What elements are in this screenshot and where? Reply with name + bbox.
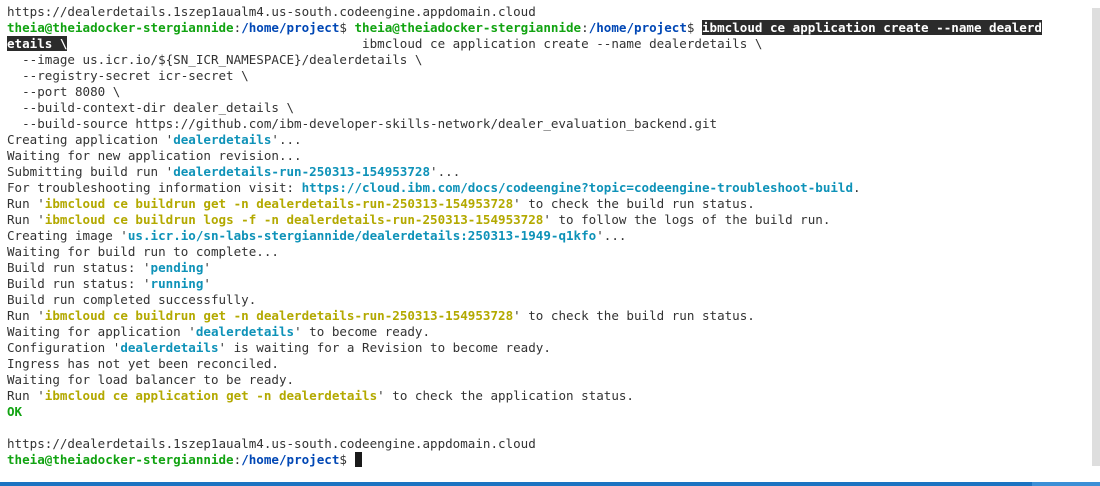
terminal-text: Run ' bbox=[7, 308, 45, 323]
terminal-line: Build run status: 'running' bbox=[7, 276, 1091, 292]
terminal-text: Ingress has not yet been reconciled. bbox=[7, 356, 279, 371]
terminal-text: Configuration ' bbox=[7, 340, 121, 355]
terminal-text: Waiting for build run to complete... bbox=[7, 244, 279, 259]
quoted-value: dealerdetails bbox=[173, 132, 272, 147]
command-hint: ibmcloud ce application get -n dealerdet… bbox=[44, 388, 378, 403]
terminal-output[interactable]: https://dealerdetails.1szep1aualm4.us-so… bbox=[7, 4, 1091, 468]
terminal-line: --image us.icr.io/${SN_ICR_NAMESPACE}/de… bbox=[7, 52, 1091, 68]
terminal-line: Ingress has not yet been reconciled. bbox=[7, 356, 1091, 372]
terminal-line: Run 'ibmcloud ce buildrun get -n dealerd… bbox=[7, 308, 1091, 324]
terminal-text: $ bbox=[339, 452, 355, 467]
terminal-line: Waiting for load balancer to be ready. bbox=[7, 372, 1091, 388]
terminal-text: '... bbox=[596, 228, 627, 243]
command-hint: ibmcloud ce buildrun get -n dealerdetail… bbox=[44, 196, 514, 211]
terminal-line: Waiting for build run to complete... bbox=[7, 244, 1091, 260]
terminal-text: Waiting for new application revision... bbox=[7, 148, 302, 163]
terminal-line: https://dealerdetails.1szep1aualm4.us-so… bbox=[7, 4, 1091, 20]
terminal-text: ' to become ready. bbox=[294, 324, 431, 339]
terminal-line: etails \ ibmcloud ce application create … bbox=[7, 36, 1091, 52]
terminal-line: theia@theiadocker-stergiannide:/home/pro… bbox=[7, 20, 1091, 36]
terminal-line: OK bbox=[7, 404, 1091, 420]
terminal-line: For troubleshooting information visit: h… bbox=[7, 180, 1091, 196]
terminal-line: Submitting build run 'dealerdetails-run-… bbox=[7, 164, 1091, 180]
terminal-text: ibmcloud ce application create --name de… bbox=[67, 36, 763, 51]
terminal-text: $ bbox=[339, 20, 355, 35]
terminal-text: --build-source https://github.com/ibm-de… bbox=[7, 116, 718, 131]
terminal-text: --image us.icr.io/${SN_ICR_NAMESPACE}/de… bbox=[7, 52, 423, 67]
terminal-line: Build run completed successfully. bbox=[7, 292, 1091, 308]
quoted-value: pending bbox=[150, 260, 204, 275]
terminal-text: ' to check the build run status. bbox=[513, 196, 755, 211]
terminal-line: --registry-secret icr-secret \ bbox=[7, 68, 1091, 84]
terminal-line: Waiting for new application revision... bbox=[7, 148, 1091, 164]
terminal-line: --build-context-dir dealer_details \ bbox=[7, 100, 1091, 116]
terminal-text: Run ' bbox=[7, 212, 45, 227]
quoted-value: dealerdetails bbox=[195, 324, 295, 339]
selected-command-text: etails \ bbox=[7, 36, 68, 51]
terminal-line: Waiting for application 'dealerdetails' … bbox=[7, 324, 1091, 340]
prompt-path: /home/project bbox=[241, 452, 340, 467]
terminal-text: $ bbox=[686, 20, 702, 35]
terminal-text: ' to follow the logs of the build run. bbox=[543, 212, 831, 227]
terminal-text: : bbox=[581, 20, 589, 35]
terminal-text: Build run status: ' bbox=[7, 276, 151, 291]
command-hint: ibmcloud ce buildrun get -n dealerdetail… bbox=[44, 308, 514, 323]
terminal-text: https://dealerdetails.1szep1aualm4.us-so… bbox=[7, 4, 536, 19]
quoted-value: running bbox=[150, 276, 204, 291]
terminal-text: --build-context-dir dealer_details \ bbox=[7, 100, 295, 115]
command-hint: ibmcloud ce buildrun logs -f -n dealerde… bbox=[44, 212, 544, 227]
terminal-text: https://dealerdetails.1szep1aualm4.us-so… bbox=[7, 436, 536, 451]
terminal-line: Run 'ibmcloud ce buildrun get -n dealerd… bbox=[7, 196, 1091, 212]
terminal-text: . bbox=[853, 180, 861, 195]
terminal-text: Build run completed successfully. bbox=[7, 292, 257, 307]
terminal-line: Creating image 'us.icr.io/sn-labs-stergi… bbox=[7, 228, 1091, 244]
terminal-text: '... bbox=[430, 164, 461, 179]
terminal-line: --port 8080 \ bbox=[7, 84, 1091, 100]
terminal-text: '... bbox=[271, 132, 302, 147]
terminal-text: --registry-secret icr-secret \ bbox=[7, 68, 249, 83]
terminal-text: For troubleshooting information visit: bbox=[7, 180, 302, 195]
terminal-text: Waiting for load balancer to be ready. bbox=[7, 372, 295, 387]
terminal-text: ' bbox=[203, 260, 211, 275]
terminal-text: ' to check the application status. bbox=[377, 388, 634, 403]
quoted-value: https://cloud.ibm.com/docs/codeengine?to… bbox=[301, 180, 854, 195]
terminal-line: https://dealerdetails.1szep1aualm4.us-so… bbox=[7, 436, 1091, 452]
terminal-line: Build run status: 'pending' bbox=[7, 260, 1091, 276]
quoted-value: dealerdetails bbox=[120, 340, 219, 355]
terminal-text: Run ' bbox=[7, 196, 45, 211]
prompt-path: /home/project bbox=[588, 20, 687, 35]
terminal-line: --build-source https://github.com/ibm-de… bbox=[7, 116, 1091, 132]
terminal-line: Configuration 'dealerdetails' is waiting… bbox=[7, 340, 1091, 356]
terminal-line: Run 'ibmcloud ce buildrun logs -f -n dea… bbox=[7, 212, 1091, 228]
terminal-text: Build run status: ' bbox=[7, 260, 151, 275]
status-bar bbox=[0, 482, 1100, 486]
terminal-cursor bbox=[354, 452, 362, 467]
prompt-path: /home/project bbox=[241, 20, 340, 35]
terminal-window[interactable]: https://dealerdetails.1szep1aualm4.us-so… bbox=[0, 0, 1100, 482]
terminal-text: Waiting for application ' bbox=[7, 324, 196, 339]
terminal-text: Submitting build run ' bbox=[7, 164, 174, 179]
quoted-value: us.icr.io/sn-labs-stergiannide/dealerdet… bbox=[127, 228, 597, 243]
terminal-text: ' bbox=[203, 276, 211, 291]
terminal-line: theia@theiadocker-stergiannide:/home/pro… bbox=[7, 452, 1091, 468]
prompt-user-host: theia@theiadocker-stergiannide bbox=[354, 20, 582, 35]
terminal-text: ' is waiting for a Revision to become re… bbox=[218, 340, 551, 355]
terminal-text: --port 8080 \ bbox=[7, 84, 121, 99]
prompt-user-host: theia@theiadocker-stergiannide bbox=[7, 452, 234, 467]
terminal-text: Creating image ' bbox=[7, 228, 128, 243]
terminal-line: Creating application 'dealerdetails'... bbox=[7, 132, 1091, 148]
prompt-user-host: theia@theiadocker-stergiannide bbox=[7, 20, 234, 35]
terminal-scrollbar[interactable] bbox=[1092, 8, 1100, 466]
terminal-line: Run 'ibmcloud ce application get -n deal… bbox=[7, 388, 1091, 404]
status-ok: OK bbox=[7, 404, 23, 419]
terminal-text: Creating application ' bbox=[7, 132, 174, 147]
quoted-value: dealerdetails-run-250313-154953728 bbox=[173, 164, 431, 179]
selected-command-text: ibmcloud ce application create --name de… bbox=[702, 20, 1042, 35]
terminal-text: Run ' bbox=[7, 388, 45, 403]
terminal-text: ' to check the build run status. bbox=[513, 308, 755, 323]
